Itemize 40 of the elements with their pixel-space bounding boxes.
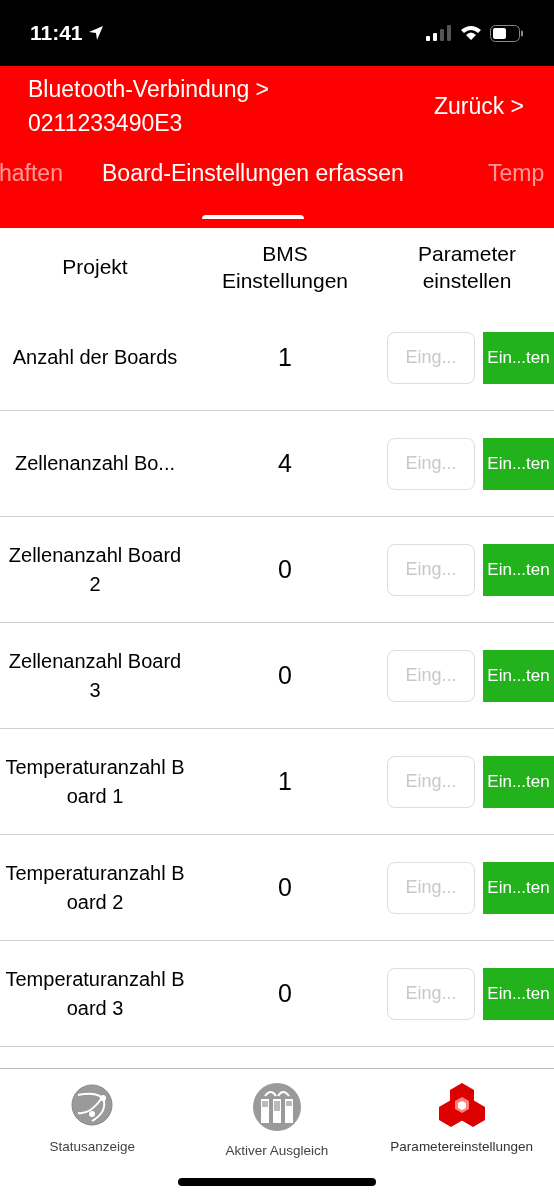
table-cell-text: Temperaturanzahl Board 1 [4, 754, 186, 809]
table-cell-text: 1 [277, 765, 293, 797]
battery-icon [490, 24, 524, 42]
table-cell-text: Zellenanzahl Board 3 [7, 648, 183, 703]
tab[interactable]: haften [0, 156, 63, 191]
table-cell-text: 0 [277, 977, 293, 1009]
column-header: BMS Einstellungen [220, 240, 350, 294]
breadcrumb-link[interactable]: Bluetooth-Verbindung > [28, 72, 270, 106]
signal-icon [426, 25, 452, 41]
column-header: Parameter einstellen [416, 240, 517, 294]
set-button[interactable]: Ein...ten [483, 543, 554, 596]
tab-bar-item[interactable]: Parametereinstellungen [369, 1083, 554, 1162]
tab[interactable]: Temp [488, 156, 545, 191]
status-time: 11:41 [30, 20, 83, 47]
column-header: Projekt [61, 254, 129, 280]
cubes-icon [438, 1083, 485, 1127]
batteries-icon [253, 1083, 301, 1131]
back-link[interactable]: Zurück > [433, 88, 524, 124]
table-cell-text: 0 [277, 553, 293, 585]
set-button[interactable]: Ein...ten [483, 861, 554, 914]
table-cell-text: Zellenanzahl Bo... [13, 451, 177, 476]
table-cell-text: Anzahl der Boards [11, 345, 179, 370]
tab[interactable]: Board-Einstellungen erfassen [102, 156, 404, 191]
set-button[interactable]: Ein...ten [483, 437, 554, 490]
set-button[interactable]: Ein...ten [483, 967, 554, 1020]
table-cell-text: 0 [277, 871, 293, 903]
table-cell-text: 4 [277, 447, 293, 479]
set-button[interactable]: Ein...ten [483, 649, 554, 702]
set-button[interactable]: Ein...ten [483, 755, 554, 808]
tab-bar-item[interactable]: Statusanzeige [0, 1083, 185, 1162]
globe-icon [70, 1083, 115, 1127]
tab-bar-item[interactable]: Aktiver Ausgleich [184, 1083, 370, 1162]
wifi-icon [460, 25, 482, 41]
set-button[interactable]: Ein...ten [483, 331, 554, 384]
device-id: 0211233490E3 [28, 109, 184, 138]
table-cell-text: 1 [277, 341, 293, 373]
table-cell-text: Zellenanzahl Board 2 [7, 542, 183, 597]
table-cell-text: Temperaturanzahl Board 2 [4, 860, 186, 915]
table-cell-text: Temperaturanzahl Board 3 [4, 966, 186, 1021]
table-cell-text: 0 [277, 659, 293, 691]
